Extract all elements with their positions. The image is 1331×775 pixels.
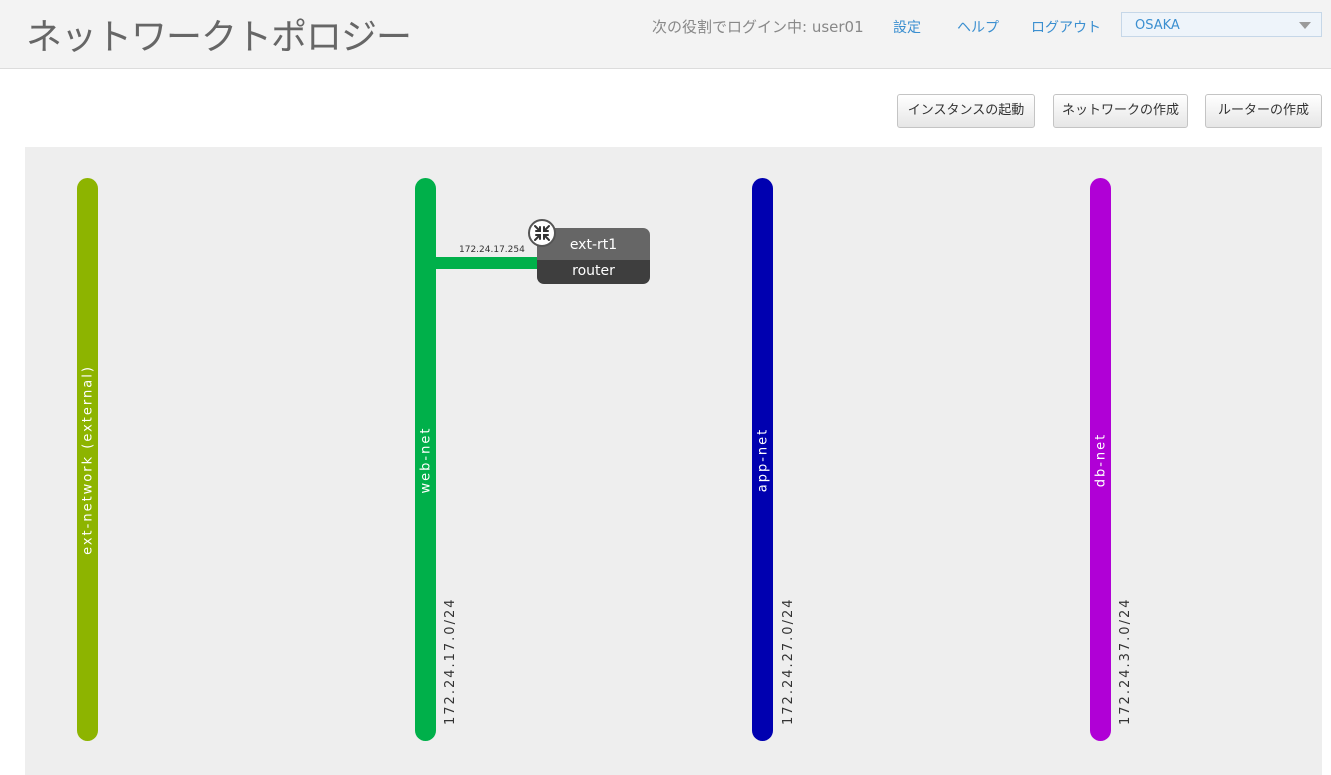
network-cidr: 172.24.37.0/24	[1118, 597, 1133, 726]
network-name: web-net	[418, 426, 433, 493]
network-ext-network[interactable]: ext-network (external)	[77, 178, 98, 741]
create-router-button[interactable]: ルーターの作成	[1205, 94, 1322, 128]
login-status: 次の役割でログイン中: user01	[652, 18, 864, 36]
topology-canvas: ext-network (external) web-net 172.24.17…	[25, 147, 1322, 775]
page-title: ネットワークトポロジー	[26, 17, 412, 58]
network-cidr: 172.24.17.0/24	[443, 597, 458, 726]
network-name: db-net	[1093, 432, 1108, 487]
logout-link[interactable]: ログアウト	[1031, 17, 1101, 37]
router-type: router	[537, 260, 650, 284]
network-name: ext-network (external)	[80, 364, 95, 555]
launch-instance-button[interactable]: インスタンスの起動	[897, 94, 1035, 128]
create-network-button[interactable]: ネットワークの作成	[1053, 94, 1188, 128]
network-db-net[interactable]: db-net	[1090, 178, 1111, 741]
network-name: app-net	[755, 427, 770, 492]
settings-link[interactable]: 設定	[893, 17, 921, 37]
port-ip-label: 172.24.17.254	[459, 245, 525, 255]
header-bar: ネットワークトポロジー 次の役割でログイン中: user01 設定 ヘルプ ログ…	[0, 0, 1331, 69]
network-web-net[interactable]: web-net	[415, 178, 436, 741]
help-link[interactable]: ヘルプ	[957, 17, 999, 37]
router-icon[interactable]	[528, 219, 556, 247]
network-cidr: 172.24.27.0/24	[781, 597, 796, 726]
region-value: OSAKA	[1135, 18, 1180, 33]
network-app-net[interactable]: app-net	[752, 178, 773, 741]
router-port-link	[435, 257, 537, 269]
chevron-down-icon	[1299, 22, 1311, 29]
region-select[interactable]: OSAKA	[1121, 12, 1322, 37]
